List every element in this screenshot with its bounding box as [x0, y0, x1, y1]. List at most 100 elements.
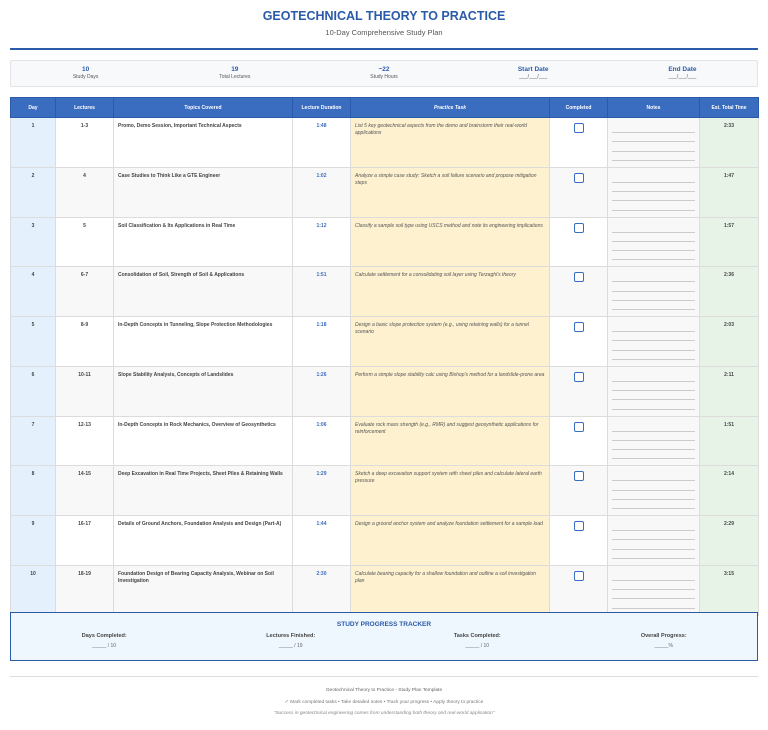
duration-cell: 1:44	[292, 515, 351, 566]
completed-cell	[549, 415, 608, 467]
note-line	[612, 441, 695, 451]
note-line	[612, 142, 695, 152]
lectures-finished-field[interactable]: _____ / 19	[198, 643, 385, 649]
notes-field[interactable]	[607, 316, 700, 367]
note-line	[612, 400, 695, 410]
tracker-lectures: Lectures Finished: _____ / 19	[198, 633, 385, 649]
total-time-cell: 3:15	[699, 564, 759, 616]
stat-value: 10	[81, 66, 90, 73]
notes-field[interactable]	[607, 365, 700, 417]
tracker-title: STUDY PROGRESS TRACKER	[336, 621, 432, 628]
completed-cell	[549, 515, 608, 566]
note-line	[612, 192, 695, 202]
task-cell: Classify a sample soil type using USCS m…	[350, 216, 550, 268]
completed-checkbox[interactable]	[573, 521, 584, 531]
lectures-cell: 10-11	[55, 365, 114, 417]
note-line	[612, 550, 695, 559]
end-date-field[interactable]: ___/___/___	[608, 74, 757, 80]
note-line	[612, 522, 695, 532]
note-line	[612, 242, 695, 252]
topic-cell: Consolidation of Soil, Strength of Soil …	[113, 266, 293, 317]
completed-cell	[549, 365, 608, 417]
stat-value: 19	[231, 66, 239, 73]
notes-field[interactable]	[607, 166, 700, 218]
note-line	[612, 423, 695, 432]
topic-cell: Case Studies to Think Like a GTE Enginee…	[113, 166, 293, 218]
day-cell: 7	[10, 415, 56, 467]
lectures-cell: 8-9	[55, 316, 114, 367]
day-cell: 5	[10, 316, 56, 367]
note-line	[612, 273, 695, 283]
completed-cell	[549, 266, 608, 317]
day-cell: 4	[10, 266, 56, 317]
note-line	[612, 351, 695, 360]
note-line	[612, 282, 695, 292]
table-row: 4 6-7 Consolidation of Soil, Strength of S…	[10, 266, 759, 317]
table-row: 10 18-19 Foundation Design of Bearing Capa…	[10, 564, 759, 616]
total-time-cell: 2:03	[699, 316, 759, 367]
note-line	[612, 233, 695, 242]
note-line	[612, 500, 695, 509]
notes-field[interactable]	[607, 564, 700, 616]
note-line	[612, 382, 695, 392]
completed-checkbox[interactable]	[573, 471, 584, 482]
note-line	[612, 581, 695, 591]
note-line	[612, 373, 695, 382]
notes-field[interactable]	[607, 515, 700, 566]
stat-study-days: 10 Study Days	[11, 61, 160, 86]
completed-checkbox[interactable]	[573, 371, 584, 382]
completed-checkbox[interactable]	[573, 322, 584, 332]
table-row: 2 4 Case Studies to Think Like a GTE Engin…	[10, 166, 759, 218]
lectures-cell: 14-15	[55, 465, 114, 516]
column-header-topics: Topics Covered	[113, 97, 293, 118]
completed-checkbox[interactable]	[573, 421, 584, 432]
notes-field[interactable]	[607, 415, 700, 467]
lectures-cell: 6-7	[55, 266, 114, 317]
table-row: 7 12-13 In-Depth Concepts in Rock Mechanic…	[10, 415, 759, 467]
note-line	[612, 540, 695, 550]
topic-cell: Soil Classification & Its Applications i…	[113, 216, 293, 268]
completed-checkbox[interactable]	[573, 222, 584, 233]
note-line	[612, 472, 695, 482]
note-line	[612, 124, 695, 134]
topic-cell: In-Depth Concepts in Tunneling, Slope Pr…	[113, 316, 293, 367]
column-header-lectures: Lectures	[55, 97, 114, 118]
notes-field[interactable]	[607, 266, 700, 317]
completed-checkbox[interactable]	[573, 570, 584, 581]
day-cell: 2	[10, 166, 56, 218]
total-time-cell: 2:14	[699, 465, 759, 516]
task-cell: Analyze a simple case study: Sketch a so…	[350, 166, 550, 218]
notes-field[interactable]	[607, 216, 700, 268]
duration-cell: 1:12	[292, 216, 351, 268]
note-line	[612, 450, 695, 460]
completed-checkbox[interactable]	[573, 272, 584, 283]
stat-label: Start Date	[517, 66, 549, 73]
table-row: 3 5 Soil Classification & Its Applications…	[10, 216, 759, 268]
day-cell: 1	[10, 117, 56, 168]
total-time-cell: 2:36	[699, 266, 759, 317]
completed-cell	[549, 316, 608, 367]
notes-field[interactable]	[607, 465, 700, 516]
completed-checkbox[interactable]	[573, 172, 584, 183]
total-time-cell: 1:57	[699, 216, 759, 268]
lectures-cell: 5	[55, 216, 114, 268]
topic-cell: Promo, Demo Session, Important Technical…	[113, 117, 293, 168]
duration-cell: 1:18	[292, 316, 351, 367]
overall-progress-field[interactable]: _____%	[571, 643, 758, 649]
table-row: 1 1-3 Promo, Demo Session, Important Techn…	[10, 117, 759, 168]
stat-label: Study Days	[72, 74, 99, 80]
duration-cell: 1:48	[292, 117, 351, 168]
table-header-row: Day Lectures Topics Covered Lecture Dura…	[10, 97, 759, 118]
note-line	[612, 301, 695, 310]
days-completed-field[interactable]: _____ / 10	[11, 643, 198, 649]
day-cell: 3	[10, 216, 56, 268]
notes-field[interactable]	[607, 117, 700, 168]
note-line	[612, 224, 695, 233]
note-line	[612, 251, 695, 261]
completed-checkbox[interactable]	[573, 123, 584, 133]
page-subtitle: 10-Day Comprehensive Study Plan	[325, 28, 443, 37]
tasks-completed-field[interactable]: _____ / 10	[384, 643, 571, 649]
note-line	[612, 481, 695, 491]
completed-cell	[549, 117, 608, 168]
start-date-field[interactable]: ___/___/___	[459, 74, 608, 80]
